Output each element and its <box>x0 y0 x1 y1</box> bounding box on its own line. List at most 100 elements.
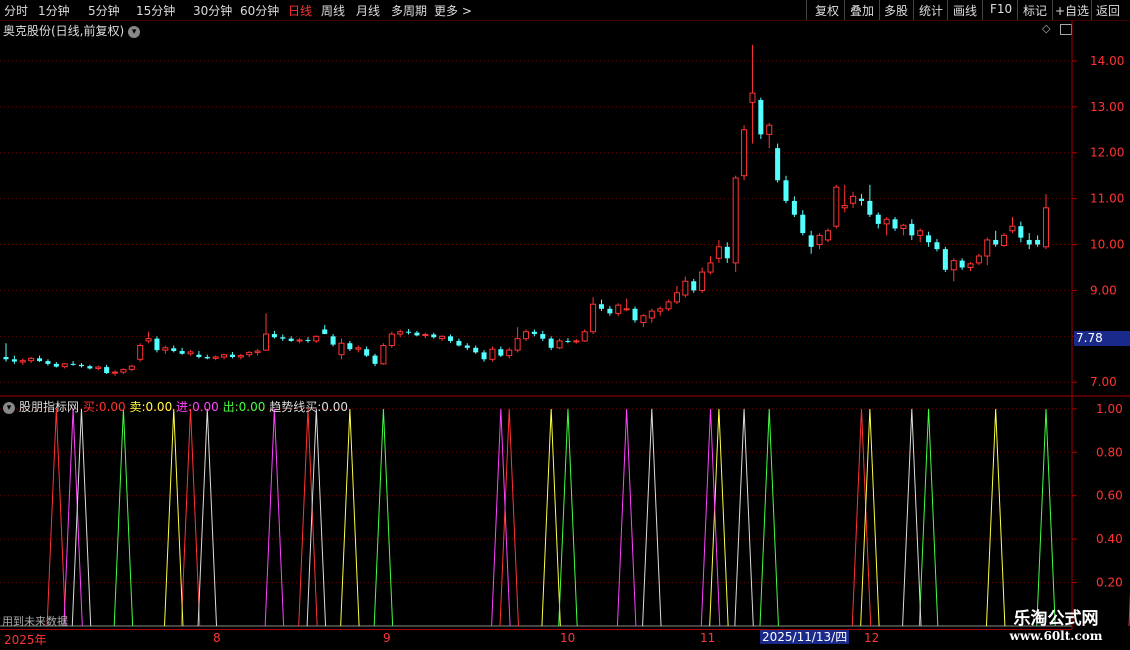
candle-body <box>682 280 689 296</box>
candle-body <box>104 367 110 374</box>
candle-body <box>607 308 613 314</box>
candle-body <box>581 331 588 342</box>
candle-body <box>145 338 152 342</box>
candle-body <box>481 352 487 360</box>
candle-body <box>691 281 697 291</box>
candle-body <box>439 335 446 340</box>
sell-label: 卖: <box>129 400 146 414</box>
candle-body <box>448 336 454 341</box>
price-tick-label: 12.00 <box>1090 146 1124 160</box>
candle-body <box>355 347 362 350</box>
candle-body <box>280 337 286 339</box>
indicator-spike <box>63 408 83 627</box>
candle-body <box>11 359 17 362</box>
candle-body <box>28 357 35 362</box>
candle-body <box>824 230 831 241</box>
candle-body <box>934 242 940 250</box>
candle-body <box>808 235 814 247</box>
indicator-spike <box>491 408 511 627</box>
candle-body <box>1035 239 1041 245</box>
candle-body <box>288 338 294 341</box>
chevron-down-icon[interactable]: ▾ <box>3 401 15 414</box>
x-label-2025: 2025年 <box>4 633 47 647</box>
cursor-date-badge: 2025/11/13/四 <box>760 630 850 644</box>
candle-body <box>665 301 672 310</box>
x-axis: 2025年 8 9 10 11 12 <box>0 629 1072 647</box>
candle-body <box>942 249 948 270</box>
candle-body <box>875 214 881 224</box>
candle-body <box>615 304 622 314</box>
candle-body <box>858 198 864 201</box>
candle-body <box>883 218 890 225</box>
candle-body <box>347 343 353 350</box>
candle-body <box>800 214 806 234</box>
indicator-grid <box>0 408 1072 627</box>
candle-body <box>338 342 345 356</box>
indicator-spike <box>298 408 318 627</box>
watermark-title: 乐淘公式网 <box>1013 609 1099 629</box>
candle-body <box>262 333 270 351</box>
candle-body <box>154 338 160 351</box>
trend-label: 趋势线买: <box>269 400 322 414</box>
sell-value: 0.00 <box>145 400 173 414</box>
candle-body <box>422 333 429 336</box>
current-price-badge: 7.78 <box>1074 331 1130 346</box>
x-label-dec: 12 <box>864 631 880 645</box>
price-tick-label: 7.00 <box>1090 375 1117 389</box>
candle-body <box>993 239 999 245</box>
indicator-spike <box>180 408 201 627</box>
candle-body <box>3 356 9 360</box>
candle-body <box>573 340 580 343</box>
indicator-tick-label: 0.40 <box>1096 532 1123 546</box>
candle-body <box>37 358 43 362</box>
indicator-spike <box>71 408 92 627</box>
candle-body <box>489 348 496 360</box>
in-value: 0.00 <box>192 400 219 414</box>
candle-body <box>565 340 571 342</box>
indicator-spike <box>499 408 519 627</box>
indicator-spike <box>918 408 939 627</box>
candle-body <box>598 304 604 309</box>
indicator-spike <box>306 408 327 627</box>
indicator-spike <box>373 408 394 627</box>
candle-body <box>699 271 706 291</box>
candle-body <box>322 329 328 335</box>
indicator-spike <box>734 408 754 627</box>
price-tick-label: 9.00 <box>1090 283 1117 297</box>
candle-body <box>967 263 974 268</box>
candle-body <box>388 333 395 347</box>
candle-body <box>380 345 387 365</box>
candle-body <box>640 315 647 324</box>
candle-body <box>330 336 336 345</box>
indicator-spike <box>558 408 578 627</box>
candle-body <box>1001 234 1008 246</box>
candle-body <box>246 351 253 356</box>
candle-body <box>53 363 59 367</box>
trend-value: 0.00 <box>321 400 348 414</box>
out-label: 出: <box>222 400 239 414</box>
candle-body <box>45 361 51 364</box>
indicator-name[interactable]: 股朋指标网 <box>19 400 79 414</box>
candle-body <box>909 223 915 236</box>
x-label-aug: 8 <box>213 631 221 645</box>
candle-body <box>1009 225 1016 232</box>
candle-body <box>775 148 781 181</box>
candle-body <box>70 363 76 365</box>
candle-body <box>540 334 546 339</box>
indicator-spike <box>46 408 67 627</box>
candle-body <box>648 310 655 319</box>
candle-body <box>305 340 311 342</box>
candle-body <box>673 292 680 303</box>
price-tick-label: 13.00 <box>1090 100 1124 114</box>
candle-body <box>171 348 177 352</box>
in-label: 进: <box>176 400 193 414</box>
x-label-oct: 10 <box>560 631 576 645</box>
candle-body <box>867 200 873 215</box>
indicator-tick-label: 0.80 <box>1096 445 1123 459</box>
candle-body <box>473 347 479 353</box>
candle-body <box>137 345 144 360</box>
candle-body <box>431 334 437 338</box>
candle-body <box>783 180 789 201</box>
candle-body <box>531 331 537 335</box>
candle-body <box>1026 239 1032 245</box>
